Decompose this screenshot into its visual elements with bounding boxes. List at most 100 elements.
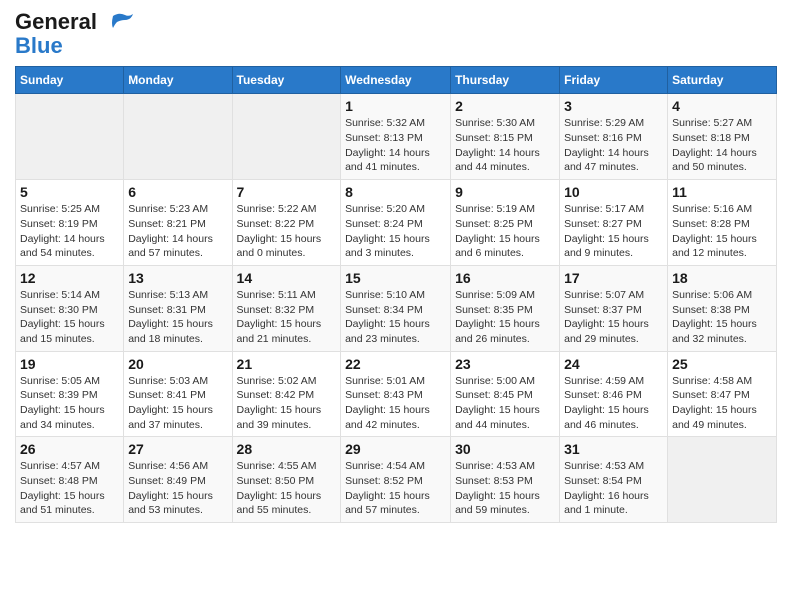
calendar-cell: 13 Sunrise: 5:13 AM Sunset: 8:31 PM Dayli… [124, 265, 232, 351]
page-container: General Blue SundayMondayTuesdayWednesda… [0, 0, 792, 533]
day-info: Sunrise: 5:05 AM Sunset: 8:39 PM Dayligh… [20, 374, 119, 433]
day-number: 8 [345, 184, 446, 200]
header-row: SundayMondayTuesdayWednesdayThursdayFrid… [16, 67, 777, 94]
day-number: 17 [564, 270, 663, 286]
calendar-cell: 9 Sunrise: 5:19 AM Sunset: 8:25 PM Daylig… [451, 180, 560, 266]
calendar-cell: 31 Sunrise: 4:53 AM Sunset: 8:54 PM Dayli… [560, 437, 668, 523]
logo-name: General [15, 10, 135, 34]
day-info: Sunrise: 4:53 AM Sunset: 8:54 PM Dayligh… [564, 459, 663, 518]
logo-blue: Blue [15, 34, 135, 58]
day-number: 13 [128, 270, 227, 286]
weekday-header: Tuesday [232, 67, 341, 94]
calendar-cell: 14Sunrise: 5:11 AM Sunset: 8:32 PM Dayli… [232, 265, 341, 351]
calendar-week-row: 19Sunrise: 5:05 AM Sunset: 8:39 PM Dayli… [16, 351, 777, 437]
day-number: 30 [455, 441, 555, 457]
day-info: Sunrise: 5:13 AM Sunset: 8:31 PM Dayligh… [128, 288, 227, 347]
calendar-cell: 25Sunrise: 4:58 AM Sunset: 8:47 PM Dayli… [668, 351, 777, 437]
calendar-week-row: 5 Sunrise: 5:25 AM Sunset: 8:19 PM Daylig… [16, 180, 777, 266]
calendar-cell: 18 Sunrise: 5:06 AM Sunset: 8:38 PM Dayli… [668, 265, 777, 351]
day-info: Sunrise: 5:20 AM Sunset: 8:24 PM Dayligh… [345, 202, 446, 261]
day-number: 9 [455, 184, 555, 200]
day-number: 2 [455, 98, 555, 114]
calendar-cell: 5 Sunrise: 5:25 AM Sunset: 8:19 PM Daylig… [16, 180, 124, 266]
day-number: 21 [237, 356, 337, 372]
weekday-header: Saturday [668, 67, 777, 94]
day-info: Sunrise: 5:03 AM Sunset: 8:41 PM Dayligh… [128, 374, 227, 433]
day-number: 5 [20, 184, 119, 200]
day-info: Sunrise: 5:32 AM Sunset: 8:13 PM Dayligh… [345, 116, 446, 175]
day-number: 16 [455, 270, 555, 286]
calendar-cell: 29 Sunrise: 4:54 AM Sunset: 8:52 PM Dayli… [341, 437, 451, 523]
calendar-cell: 8 Sunrise: 5:20 AM Sunset: 8:24 PM Daylig… [341, 180, 451, 266]
day-number: 6 [128, 184, 227, 200]
calendar-table: SundayMondayTuesdayWednesdayThursdayFrid… [15, 66, 777, 523]
logo: General Blue [15, 10, 135, 58]
day-number: 14 [237, 270, 337, 286]
weekday-header: Wednesday [341, 67, 451, 94]
day-number: 1 [345, 98, 446, 114]
day-info: Sunrise: 5:29 AM Sunset: 8:16 PM Dayligh… [564, 116, 663, 175]
day-number: 23 [455, 356, 555, 372]
calendar-cell: 30 Sunrise: 4:53 AM Sunset: 8:53 PM Dayli… [451, 437, 560, 523]
calendar-cell: 4Sunrise: 5:27 AM Sunset: 8:18 PM Daylig… [668, 94, 777, 180]
calendar-cell: 3Sunrise: 5:29 AM Sunset: 8:16 PM Daylig… [560, 94, 668, 180]
calendar-cell: 1 Sunrise: 5:32 AM Sunset: 8:13 PM Daylig… [341, 94, 451, 180]
day-info: Sunrise: 4:56 AM Sunset: 8:49 PM Dayligh… [128, 459, 227, 518]
calendar-cell: 27 Sunrise: 4:56 AM Sunset: 8:49 PM Dayli… [124, 437, 232, 523]
calendar-cell: 17 Sunrise: 5:07 AM Sunset: 8:37 PM Dayli… [560, 265, 668, 351]
calendar-cell: 23 Sunrise: 5:00 AM Sunset: 8:45 PM Dayli… [451, 351, 560, 437]
day-number: 31 [564, 441, 663, 457]
day-number: 29 [345, 441, 446, 457]
day-info: Sunrise: 4:55 AM Sunset: 8:50 PM Dayligh… [237, 459, 337, 518]
calendar-cell: 2 Sunrise: 5:30 AM Sunset: 8:15 PM Daylig… [451, 94, 560, 180]
calendar-cell: 10Sunrise: 5:17 AM Sunset: 8:27 PM Dayli… [560, 180, 668, 266]
day-number: 12 [20, 270, 119, 286]
weekday-header: Monday [124, 67, 232, 94]
day-info: Sunrise: 4:54 AM Sunset: 8:52 PM Dayligh… [345, 459, 446, 518]
day-number: 20 [128, 356, 227, 372]
day-number: 24 [564, 356, 663, 372]
calendar-cell: 19Sunrise: 5:05 AM Sunset: 8:39 PM Dayli… [16, 351, 124, 437]
calendar-cell: 22 Sunrise: 5:01 AM Sunset: 8:43 PM Dayli… [341, 351, 451, 437]
day-info: Sunrise: 5:16 AM Sunset: 8:28 PM Dayligh… [672, 202, 772, 261]
day-info: Sunrise: 5:27 AM Sunset: 8:18 PM Dayligh… [672, 116, 772, 175]
day-number: 25 [672, 356, 772, 372]
calendar-cell: 26Sunrise: 4:57 AM Sunset: 8:48 PM Dayli… [16, 437, 124, 523]
day-info: Sunrise: 5:23 AM Sunset: 8:21 PM Dayligh… [128, 202, 227, 261]
day-number: 28 [237, 441, 337, 457]
day-number: 27 [128, 441, 227, 457]
calendar-cell: 15 Sunrise: 5:10 AM Sunset: 8:34 PM Dayli… [341, 265, 451, 351]
day-info: Sunrise: 5:22 AM Sunset: 8:22 PM Dayligh… [237, 202, 337, 261]
day-info: Sunrise: 5:06 AM Sunset: 8:38 PM Dayligh… [672, 288, 772, 347]
calendar-cell: 24Sunrise: 4:59 AM Sunset: 8:46 PM Dayli… [560, 351, 668, 437]
day-info: Sunrise: 5:01 AM Sunset: 8:43 PM Dayligh… [345, 374, 446, 433]
weekday-header: Sunday [16, 67, 124, 94]
day-number: 22 [345, 356, 446, 372]
day-number: 26 [20, 441, 119, 457]
page-header: General Blue [15, 10, 777, 58]
calendar-cell: 11 Sunrise: 5:16 AM Sunset: 8:28 PM Dayli… [668, 180, 777, 266]
logo-text: General Blue [15, 10, 135, 58]
day-info: Sunrise: 5:17 AM Sunset: 8:27 PM Dayligh… [564, 202, 663, 261]
calendar-week-row: 1 Sunrise: 5:32 AM Sunset: 8:13 PM Daylig… [16, 94, 777, 180]
calendar-cell [16, 94, 124, 180]
day-info: Sunrise: 5:02 AM Sunset: 8:42 PM Dayligh… [237, 374, 337, 433]
calendar-week-row: 12Sunrise: 5:14 AM Sunset: 8:30 PM Dayli… [16, 265, 777, 351]
day-info: Sunrise: 4:53 AM Sunset: 8:53 PM Dayligh… [455, 459, 555, 518]
day-info: Sunrise: 5:19 AM Sunset: 8:25 PM Dayligh… [455, 202, 555, 261]
calendar-cell: 28 Sunrise: 4:55 AM Sunset: 8:50 PM Dayli… [232, 437, 341, 523]
day-info: Sunrise: 5:09 AM Sunset: 8:35 PM Dayligh… [455, 288, 555, 347]
calendar-cell: 21 Sunrise: 5:02 AM Sunset: 8:42 PM Dayli… [232, 351, 341, 437]
calendar-cell [668, 437, 777, 523]
day-info: Sunrise: 5:07 AM Sunset: 8:37 PM Dayligh… [564, 288, 663, 347]
day-info: Sunrise: 5:10 AM Sunset: 8:34 PM Dayligh… [345, 288, 446, 347]
day-number: 18 [672, 270, 772, 286]
day-number: 15 [345, 270, 446, 286]
day-info: Sunrise: 5:25 AM Sunset: 8:19 PM Dayligh… [20, 202, 119, 261]
day-info: Sunrise: 5:30 AM Sunset: 8:15 PM Dayligh… [455, 116, 555, 175]
day-number: 11 [672, 184, 772, 200]
calendar-cell [124, 94, 232, 180]
calendar-cell [232, 94, 341, 180]
day-info: Sunrise: 5:00 AM Sunset: 8:45 PM Dayligh… [455, 374, 555, 433]
calendar-cell: 6 Sunrise: 5:23 AM Sunset: 8:21 PM Daylig… [124, 180, 232, 266]
